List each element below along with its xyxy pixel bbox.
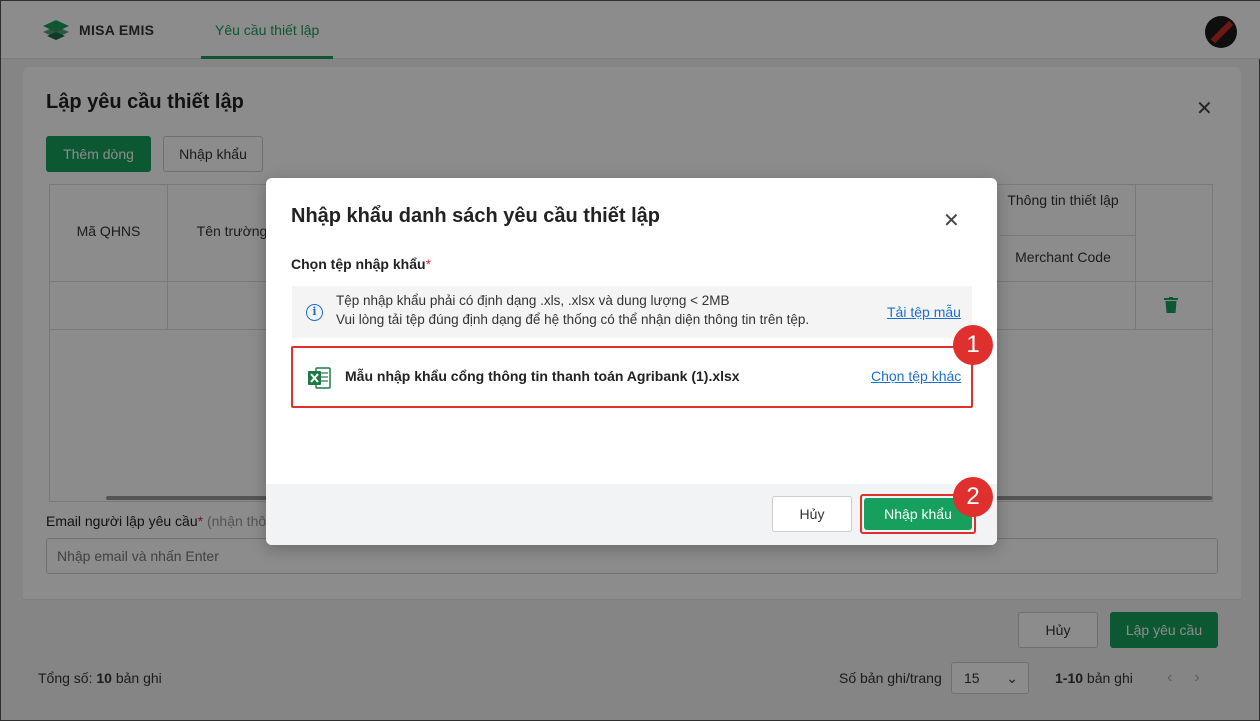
- import-dialog-footer: Hủy Nhập khẩu: [266, 484, 997, 545]
- info-line-1: Tệp nhập khẩu phải có định dạng .xls, .x…: [336, 293, 730, 308]
- step-badge-1: 1: [953, 325, 993, 365]
- file-field-label: Chọn tệp nhập khẩu*: [291, 256, 431, 272]
- import-dialog: Nhập khẩu danh sách yêu cầu thiết lập ✕ …: [266, 178, 997, 545]
- import-dialog-title: Nhập khẩu danh sách yêu cầu thiết lập: [291, 205, 660, 227]
- file-label-text: Chọn tệp nhập khẩu: [291, 256, 426, 272]
- file-name: Mẫu nhập khẩu cổng thông tin thanh toán …: [345, 368, 740, 384]
- cancel-button[interactable]: Hủy: [772, 496, 852, 532]
- excel-file-icon: [308, 367, 331, 389]
- info-line-2: Vui lòng tải tệp đúng định dạng để hệ th…: [336, 312, 810, 327]
- required-mark: *: [425, 256, 432, 272]
- selected-file: Mẫu nhập khẩu cổng thông tin thanh toán …: [291, 346, 973, 408]
- download-template-link[interactable]: Tải tệp mẫu: [887, 304, 961, 320]
- step-badge-2: 2: [953, 477, 993, 517]
- info-icon: i: [306, 304, 323, 321]
- choose-other-file-link[interactable]: Chọn tệp khác: [871, 368, 961, 384]
- close-icon[interactable]: ✕: [943, 211, 960, 231]
- file-requirements-notice: i Tệp nhập khẩu phải có định dạng .xls, …: [292, 286, 972, 338]
